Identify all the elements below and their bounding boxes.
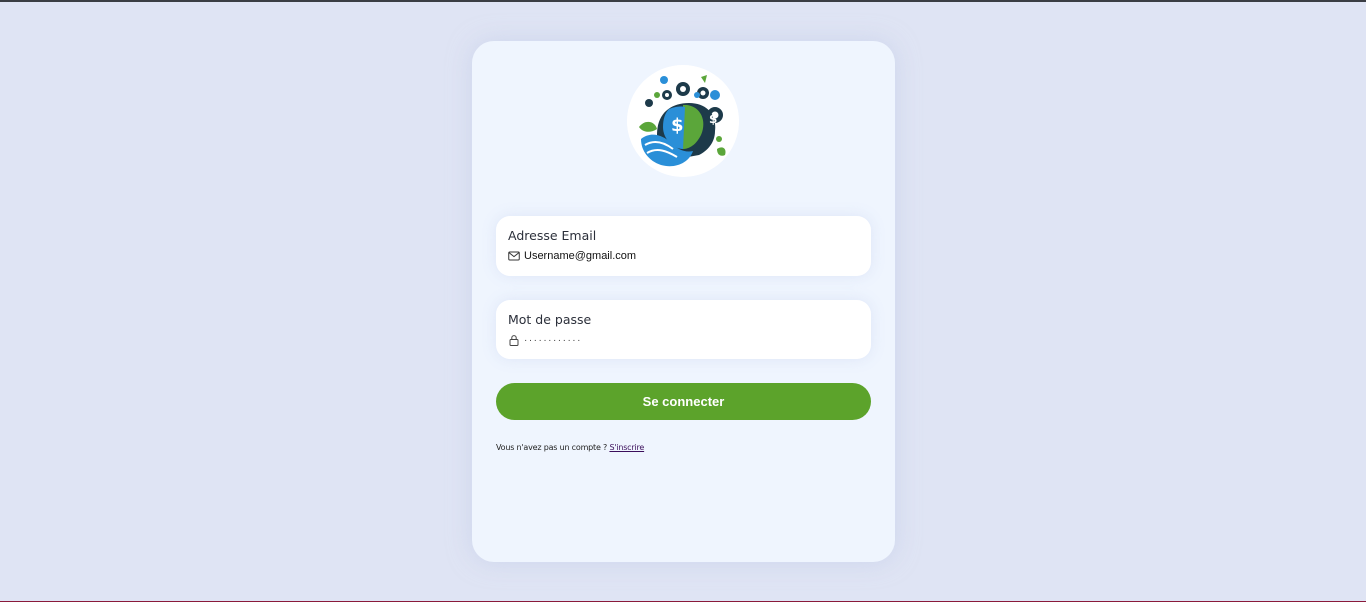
email-input[interactable] — [524, 250, 844, 262]
password-field-container: Mot de passe ············ — [496, 300, 871, 359]
lock-icon — [508, 334, 520, 346]
login-button[interactable]: Se connecter — [496, 383, 871, 420]
password-input[interactable]: ············ — [524, 335, 844, 346]
svg-text:$: $ — [709, 112, 717, 126]
svg-text:$: $ — [671, 115, 684, 136]
app-logo: $ $ — [627, 65, 739, 177]
window-top-border — [0, 0, 1366, 2]
signup-prompt: Vous n'avez pas un compte ? — [496, 443, 608, 452]
signup-link[interactable]: S'inscrire — [609, 443, 644, 452]
password-label: Mot de passe — [508, 312, 592, 327]
mail-icon — [508, 250, 520, 262]
login-card: $ $ Adresse Email Mot de passe — [472, 41, 895, 562]
password-input-row: ············ — [508, 334, 844, 346]
finance-ecology-logo-icon: $ $ — [627, 65, 739, 177]
email-field-container: Adresse Email — [496, 216, 871, 276]
signup-row: Vous n'avez pas un compte ? S'inscrire — [496, 443, 644, 452]
email-input-row — [508, 250, 844, 262]
email-label: Adresse Email — [508, 228, 597, 243]
